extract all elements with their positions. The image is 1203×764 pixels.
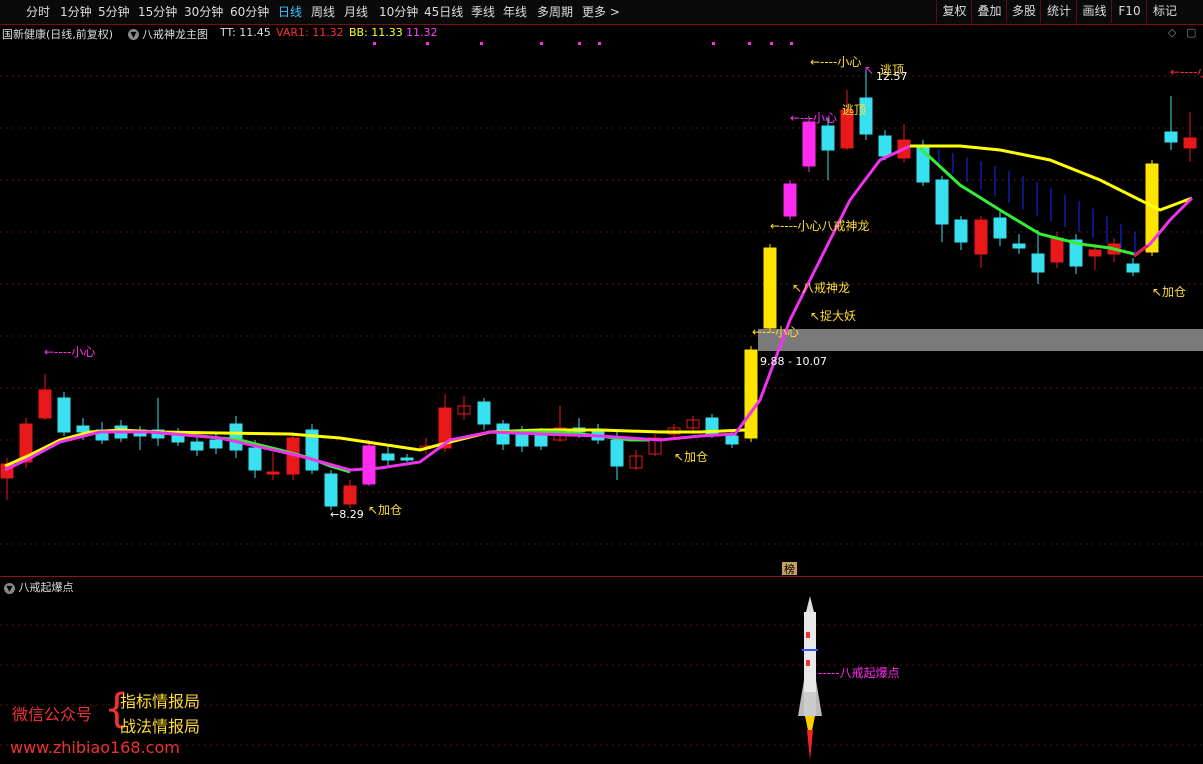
- rocket-base: [804, 692, 816, 716]
- green-down-line: [918, 146, 1135, 256]
- candle-body: [954, 219, 968, 243]
- sub-signal-label: -----八戒起爆点: [818, 666, 900, 680]
- high-price-label: 12.57: [876, 70, 908, 83]
- signal-dot: [373, 42, 376, 45]
- candle-body: [477, 401, 491, 425]
- add-position-label: ↖加仓: [368, 503, 402, 517]
- candle-body: [878, 135, 892, 157]
- collapse-icon[interactable]: ▼: [4, 583, 15, 594]
- rocket-fin: [816, 680, 822, 716]
- escape-label: 逃顶: [842, 103, 866, 117]
- candle-body: [1031, 253, 1045, 273]
- candle-body: [974, 219, 988, 255]
- candle-body: [324, 473, 338, 507]
- candle-body: [381, 453, 395, 461]
- candle-body: [362, 445, 376, 485]
- rocket-fin: [798, 680, 804, 716]
- sub-indicator-name: 八戒起爆点: [18, 581, 74, 594]
- low-price-label: ←8.29: [330, 508, 364, 521]
- candle-body: [744, 349, 758, 439]
- arrow-glyph: ↖: [864, 63, 874, 77]
- candle-body: [1050, 237, 1064, 263]
- careful-bajie-label: ←----小心八戒神龙: [770, 219, 869, 233]
- add-position-label: ↖加仓: [1152, 285, 1186, 299]
- careful-label: ←---小心: [752, 325, 799, 339]
- candle-body: [343, 485, 357, 505]
- candle-body: [229, 423, 243, 451]
- price-zone-band: [758, 329, 1203, 351]
- rocket-window: [806, 660, 810, 666]
- candle-body: [935, 179, 949, 225]
- account-name-1: 指标情报局: [120, 692, 201, 711]
- signal-dot: [578, 42, 581, 45]
- careful-label: ←----小心: [44, 345, 95, 359]
- candle-body: [1012, 243, 1026, 249]
- signal-dot: [480, 42, 483, 45]
- signal-dot: [540, 42, 543, 45]
- candle-body: [725, 435, 739, 445]
- account-name-2: 战法情报局: [120, 717, 201, 736]
- signal-dot: [770, 42, 773, 45]
- candle-body: [993, 217, 1007, 239]
- candle-body: [821, 125, 835, 151]
- bang-text: 榜: [784, 562, 795, 576]
- sub-indicator-title[interactable]: ▼ 八戒起爆点: [4, 579, 74, 595]
- rocket-flame: [807, 730, 813, 760]
- candle-body: [802, 121, 816, 167]
- signal-dot: [748, 42, 751, 45]
- candle-body: [209, 439, 223, 449]
- website-url: www.zhibiao168.com: [10, 738, 180, 757]
- rocket-nose: [806, 596, 814, 612]
- candle-body: [190, 441, 204, 451]
- magenta-trend-line: [1133, 196, 1194, 258]
- candle-body: [266, 471, 280, 475]
- candle-body: [1088, 249, 1102, 257]
- signal-dot: [426, 42, 429, 45]
- careful-label: ←----小心: [1170, 65, 1203, 79]
- catch-demon-label: ↖捉大妖: [810, 308, 856, 323]
- signal-dot: [790, 42, 793, 45]
- candle-body: [1164, 131, 1178, 143]
- signal-dot: [712, 42, 715, 45]
- add-position-label: ↖加仓: [674, 450, 708, 464]
- candle-body: [783, 183, 797, 217]
- careful-label: ←----小心: [810, 55, 861, 69]
- signal-dot: [598, 42, 601, 45]
- wechat-label: 微信公众号: [12, 705, 93, 724]
- candle-body: [400, 457, 414, 461]
- bajie-label: ↖八戒神龙: [792, 281, 850, 295]
- candle-body: [38, 389, 52, 419]
- candle-body: [610, 439, 624, 467]
- pane-separator[interactable]: [0, 576, 1203, 577]
- rocket-body: [804, 612, 816, 692]
- careful-label: ←---小心: [790, 111, 837, 125]
- kline-chart[interactable]: ←----小心←----小心←----小心↖逃顶12.57←---小心逃顶←--…: [0, 0, 1203, 764]
- zone-range-label: 9.88 - 10.07: [760, 355, 827, 368]
- candle-body: [76, 425, 90, 433]
- candle-body: [1183, 137, 1197, 149]
- candle-body: [1126, 263, 1140, 273]
- rocket-window: [806, 632, 810, 638]
- candle-body: [57, 397, 71, 433]
- candle-body: [763, 247, 777, 329]
- candle-body: [248, 447, 262, 471]
